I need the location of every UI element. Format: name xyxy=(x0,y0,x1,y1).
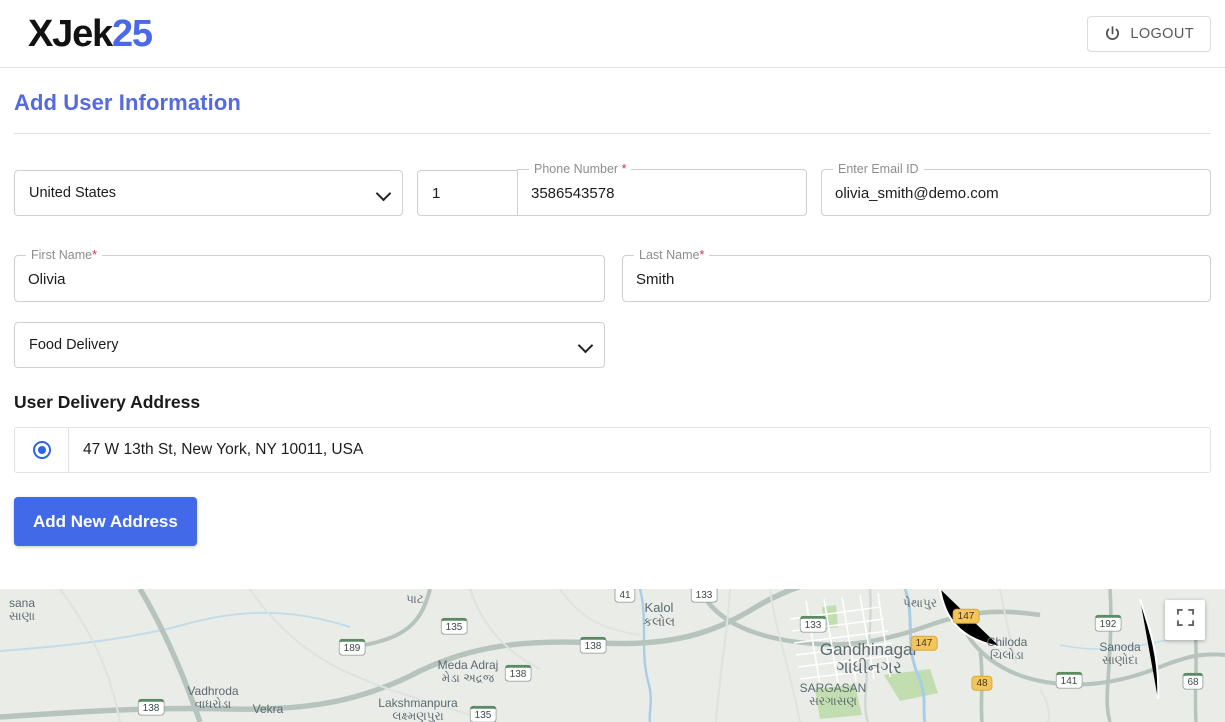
logout-label: LOGOUT xyxy=(1130,26,1194,42)
country-select-wrapper: United States xyxy=(14,170,403,216)
logo-number: 25 xyxy=(112,13,152,55)
map-road-shield: 192 xyxy=(1095,615,1122,632)
map-place-label: Sanodaસાણોદા xyxy=(1099,641,1140,666)
map-road-shield: 133 xyxy=(800,616,827,633)
page-title: Add User Information xyxy=(14,90,1225,116)
first-name-input[interactable] xyxy=(14,256,605,302)
map-roads xyxy=(0,589,1225,722)
map-place-label: Chilodaચિલોડા xyxy=(987,636,1028,661)
email-field: Enter Email ID xyxy=(821,170,1211,216)
map-place-label: Kalolકલોલ xyxy=(643,601,675,628)
user-information-form: United States Phone Number * Enter Email… xyxy=(0,170,1225,368)
add-new-address-button[interactable]: Add New Address xyxy=(14,497,197,546)
map-road-shield: 135 xyxy=(470,706,497,722)
map-place-label: Gandhinagarગાંધીનગર xyxy=(820,641,918,677)
power-icon xyxy=(1104,25,1121,42)
address-text: 47 W 13th St, New York, NY 10011, USA xyxy=(69,428,363,472)
first-name-field: First Name* xyxy=(14,256,605,302)
last-name-field: Last Name* xyxy=(622,256,1211,302)
map-place-label: Lakshmanpuraલક્ષ્મણપુરા xyxy=(378,697,457,722)
email-input[interactable] xyxy=(821,170,1211,216)
map-place-label: Vadhrodaવાધરોડા xyxy=(187,685,238,710)
map-place-label: પાટ xyxy=(406,593,424,606)
address-section-title: User Delivery Address xyxy=(14,392,1225,413)
logout-button[interactable]: LOGOUT xyxy=(1087,16,1211,52)
phone-number-field: Phone Number * xyxy=(517,170,807,216)
map-road-shield: 68 xyxy=(1182,673,1203,690)
map-road-shield: 141 xyxy=(1056,672,1083,689)
map-road-shield: 48 xyxy=(971,676,992,691)
map-place-label: પેથાપુર xyxy=(903,597,937,610)
app-logo: XJek25 xyxy=(28,15,152,53)
address-list-item[interactable]: 47 W 13th St, New York, NY 10011, USA xyxy=(14,427,1211,473)
map-container[interactable]: sanaસાણા Kalolકલોલ Meda Adrajમેડા અદ્રજ Vad… xyxy=(0,589,1225,722)
map-canvas[interactable]: sanaસાણા Kalolકલોલ Meda Adrajમેડા અદ્રજ Vad… xyxy=(0,589,1225,722)
map-road-shield: 138 xyxy=(505,665,532,682)
title-divider xyxy=(14,133,1211,134)
last-name-input[interactable] xyxy=(622,256,1211,302)
country-code-input[interactable] xyxy=(417,170,517,216)
map-road-shield: 41 xyxy=(614,589,635,602)
app-header: XJek25 LOGOUT xyxy=(0,0,1225,68)
phone-number-input[interactable] xyxy=(517,170,807,216)
map-place-label: SARGASANસરગાસણ xyxy=(800,682,867,707)
map-road-shield: 147 xyxy=(953,609,980,624)
country-select[interactable]: United States xyxy=(14,170,403,216)
map-place-label: sanaસાણા xyxy=(9,597,35,622)
map-road-shield: 138 xyxy=(580,637,607,654)
map-road-shield: 138 xyxy=(138,699,165,716)
map-road-shield: 135 xyxy=(441,618,468,635)
service-type-select[interactable]: Food Delivery xyxy=(14,322,605,368)
map-road-shield: 133 xyxy=(691,589,718,602)
service-select-wrapper: Food Delivery xyxy=(14,322,605,368)
address-radio-selected[interactable] xyxy=(33,441,51,459)
logo-text: XJek xyxy=(28,13,112,55)
map-place-label: Meda Adrajમેડા અદ્રજ xyxy=(438,659,499,684)
map-road-shield: 147 xyxy=(911,636,938,651)
map-road-shield: 189 xyxy=(339,639,366,656)
address-radio-cell[interactable] xyxy=(15,428,69,472)
map-fullscreen-button[interactable] xyxy=(1165,600,1205,640)
fullscreen-icon xyxy=(1176,608,1195,632)
map-place-label: Vekra xyxy=(253,703,284,716)
phone-number-group: Phone Number * xyxy=(417,170,807,216)
